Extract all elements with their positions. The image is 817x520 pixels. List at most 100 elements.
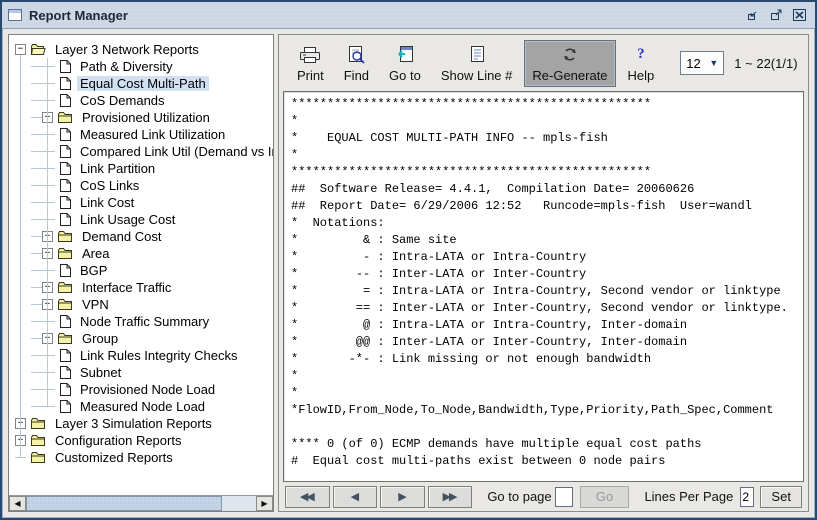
window-icon [8, 9, 22, 21]
report-text-area[interactable]: ****************************************… [283, 91, 804, 482]
goto-icon [395, 44, 415, 66]
prev-page-icon[interactable]: ◀ [333, 486, 378, 508]
tree-item[interactable]: Customized Reports [9, 449, 273, 466]
report-tree: −Layer 3 Network ReportsPath & Diversity… [9, 35, 273, 495]
tree-connector [31, 364, 55, 381]
tree-item-label: CoS Demands [77, 93, 168, 108]
file-icon [59, 161, 72, 176]
tree-connector [31, 296, 42, 313]
folder-icon [57, 247, 74, 260]
tree-h-scrollbar[interactable]: ◀ ▶ [9, 495, 273, 511]
scrollbar-thumb[interactable] [26, 496, 222, 511]
regenerate-button[interactable]: Re-Generate [524, 40, 615, 87]
tree-item[interactable]: BGP [9, 262, 273, 279]
tree-item[interactable]: CoS Links [9, 177, 273, 194]
page-size-select[interactable]: 12 ▼ [680, 51, 724, 75]
tree-item[interactable]: Provisioned Node Load [9, 381, 273, 398]
help-button[interactable]: ? Help [620, 40, 663, 87]
tree-item[interactable]: −Layer 3 Network Reports [9, 41, 273, 58]
go-to-page-label: Go to page [487, 489, 551, 504]
tree-item[interactable]: +Configuration Reports [9, 432, 273, 449]
regenerate-label: Re-Generate [532, 68, 607, 83]
regenerate-icon [560, 44, 580, 66]
report-toolbar: Print Find Go to [279, 35, 808, 91]
tree-item[interactable]: Path & Diversity [9, 58, 273, 75]
tree-item[interactable]: Subnet [9, 364, 273, 381]
maximize-icon[interactable] [767, 6, 786, 24]
tree-connector [31, 381, 55, 398]
tree-item[interactable]: Measured Link Utilization [9, 126, 273, 143]
tree-item-label: Layer 3 Simulation Reports [52, 416, 215, 431]
find-button[interactable]: Find [336, 40, 377, 87]
chevron-down-icon: ▼ [709, 58, 718, 68]
tree-item[interactable]: +VPN [9, 296, 273, 313]
goto-button[interactable]: Go to [381, 40, 429, 87]
file-icon [59, 178, 72, 193]
line-range-label: 1 ~ 22(1/1) [734, 56, 797, 71]
tree-item[interactable]: +Layer 3 Simulation Reports [9, 415, 273, 432]
print-button[interactable]: Print [289, 40, 332, 87]
tree-item-label: Node Traffic Summary [77, 314, 212, 329]
show-line-button[interactable]: Show Line # [433, 40, 521, 87]
find-icon [346, 44, 366, 66]
show-line-icon [467, 44, 487, 66]
tree-item[interactable]: +Provisioned Utilization [9, 109, 273, 126]
restore-icon[interactable] [744, 6, 763, 24]
folder-icon [57, 230, 74, 243]
set-button[interactable]: Set [760, 486, 802, 508]
lines-per-page-label: Lines Per Page [644, 489, 733, 504]
last-page-icon[interactable]: ▶▶ [428, 486, 473, 508]
report-tree-panel: −Layer 3 Network ReportsPath & Diversity… [8, 34, 274, 512]
tree-item[interactable]: Node Traffic Summary [9, 313, 273, 330]
file-icon [59, 365, 72, 380]
tree-item-label: VPN [79, 297, 112, 312]
next-page-icon[interactable]: ▶ [380, 486, 425, 508]
find-label: Find [344, 68, 369, 83]
show-line-label: Show Line # [441, 68, 513, 83]
tree-connector [31, 177, 55, 194]
scroll-right-icon[interactable]: ▶ [256, 496, 273, 511]
lines-per-page-input[interactable] [740, 487, 754, 507]
tree-item-label: Subnet [77, 365, 124, 380]
tree-connector [31, 92, 55, 109]
tree-item[interactable]: Link Cost [9, 194, 273, 211]
tree-item-label: Link Cost [77, 195, 137, 210]
go-button[interactable]: Go [580, 486, 630, 508]
file-icon [59, 348, 72, 363]
tree-item[interactable]: +Interface Traffic [9, 279, 273, 296]
tree-item-label: BGP [77, 263, 110, 278]
scrollbar-track[interactable] [222, 496, 256, 511]
tree-item-label: CoS Links [77, 178, 142, 193]
tree-item-label: Demand Cost [79, 229, 164, 244]
pagination-bar: ◀◀ ◀ ▶ ▶▶ Go to page Go Lines Per Page S… [279, 482, 808, 511]
tree-item[interactable]: Link Usage Cost [9, 211, 273, 228]
tree-item-label: Link Partition [77, 161, 158, 176]
close-icon[interactable] [790, 6, 809, 24]
tree-connector [31, 228, 42, 245]
folder-icon [57, 332, 74, 345]
tree-item[interactable]: Equal Cost Multi-Path [9, 75, 273, 92]
tree-item-label: Measured Link Utilization [77, 127, 228, 142]
tree-item[interactable]: Measured Node Load [9, 398, 273, 415]
first-page-icon[interactable]: ◀◀ [285, 486, 330, 508]
folder-icon [57, 281, 74, 294]
tree-item[interactable]: +Group [9, 330, 273, 347]
tree-item-label: Equal Cost Multi-Path [77, 76, 209, 91]
help-label: Help [628, 68, 655, 83]
tree-item[interactable]: +Demand Cost [9, 228, 273, 245]
tree-connector [31, 194, 55, 211]
titlebar[interactable]: Report Manager [2, 2, 815, 29]
tree-item[interactable]: CoS Demands [9, 92, 273, 109]
tree-item[interactable]: +Area [9, 245, 273, 262]
tree-expander-icon[interactable]: − [15, 44, 26, 55]
tree-connector [31, 126, 55, 143]
window-title: Report Manager [29, 8, 138, 23]
tree-item[interactable]: Compared Link Util (Demand vs Inte [9, 143, 273, 160]
tree-item[interactable]: Link Partition [9, 160, 273, 177]
report-text: ****************************************… [284, 92, 803, 470]
scroll-left-icon[interactable]: ◀ [9, 496, 26, 511]
page-number-input[interactable] [555, 487, 573, 507]
tree-item-label: Compared Link Util (Demand vs Inte [77, 144, 273, 159]
tree-item-label: Provisioned Utilization [79, 110, 213, 125]
tree-item[interactable]: Link Rules Integrity Checks [9, 347, 273, 364]
